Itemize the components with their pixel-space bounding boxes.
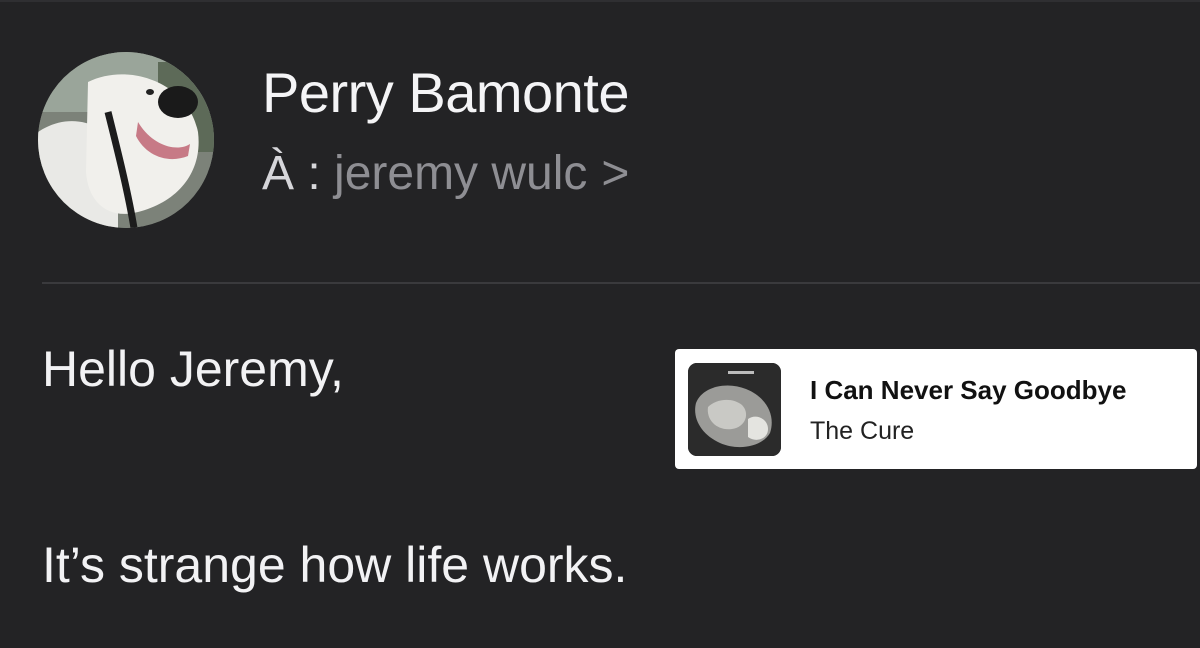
recipient-line[interactable]: À : jeremy wulc >: [262, 146, 629, 201]
message-header: Perry Bamonte À : jeremy wulc >: [0, 0, 1200, 282]
music-share-card[interactable]: I Can Never Say Goodbye The Cure: [675, 349, 1197, 469]
track-artist: The Cure: [810, 417, 915, 445]
body-line-1: It’s strange how life works.: [42, 537, 628, 593]
header-divider: [42, 282, 1200, 284]
chevron-right-icon[interactable]: >: [601, 146, 629, 201]
recipient-name: jeremy wulc: [334, 147, 588, 200]
track-title: I Can Never Say Goodbye: [810, 375, 1127, 405]
album-cover-icon: [688, 363, 781, 456]
body-greeting: Hello Jeremy,: [42, 341, 344, 397]
dog-photo-icon: [38, 52, 214, 228]
sender-name: Perry Bamonte: [262, 61, 630, 124]
sender-avatar[interactable]: [38, 52, 214, 228]
album-artwork: [688, 363, 781, 456]
recipient-label: À :: [262, 147, 321, 200]
